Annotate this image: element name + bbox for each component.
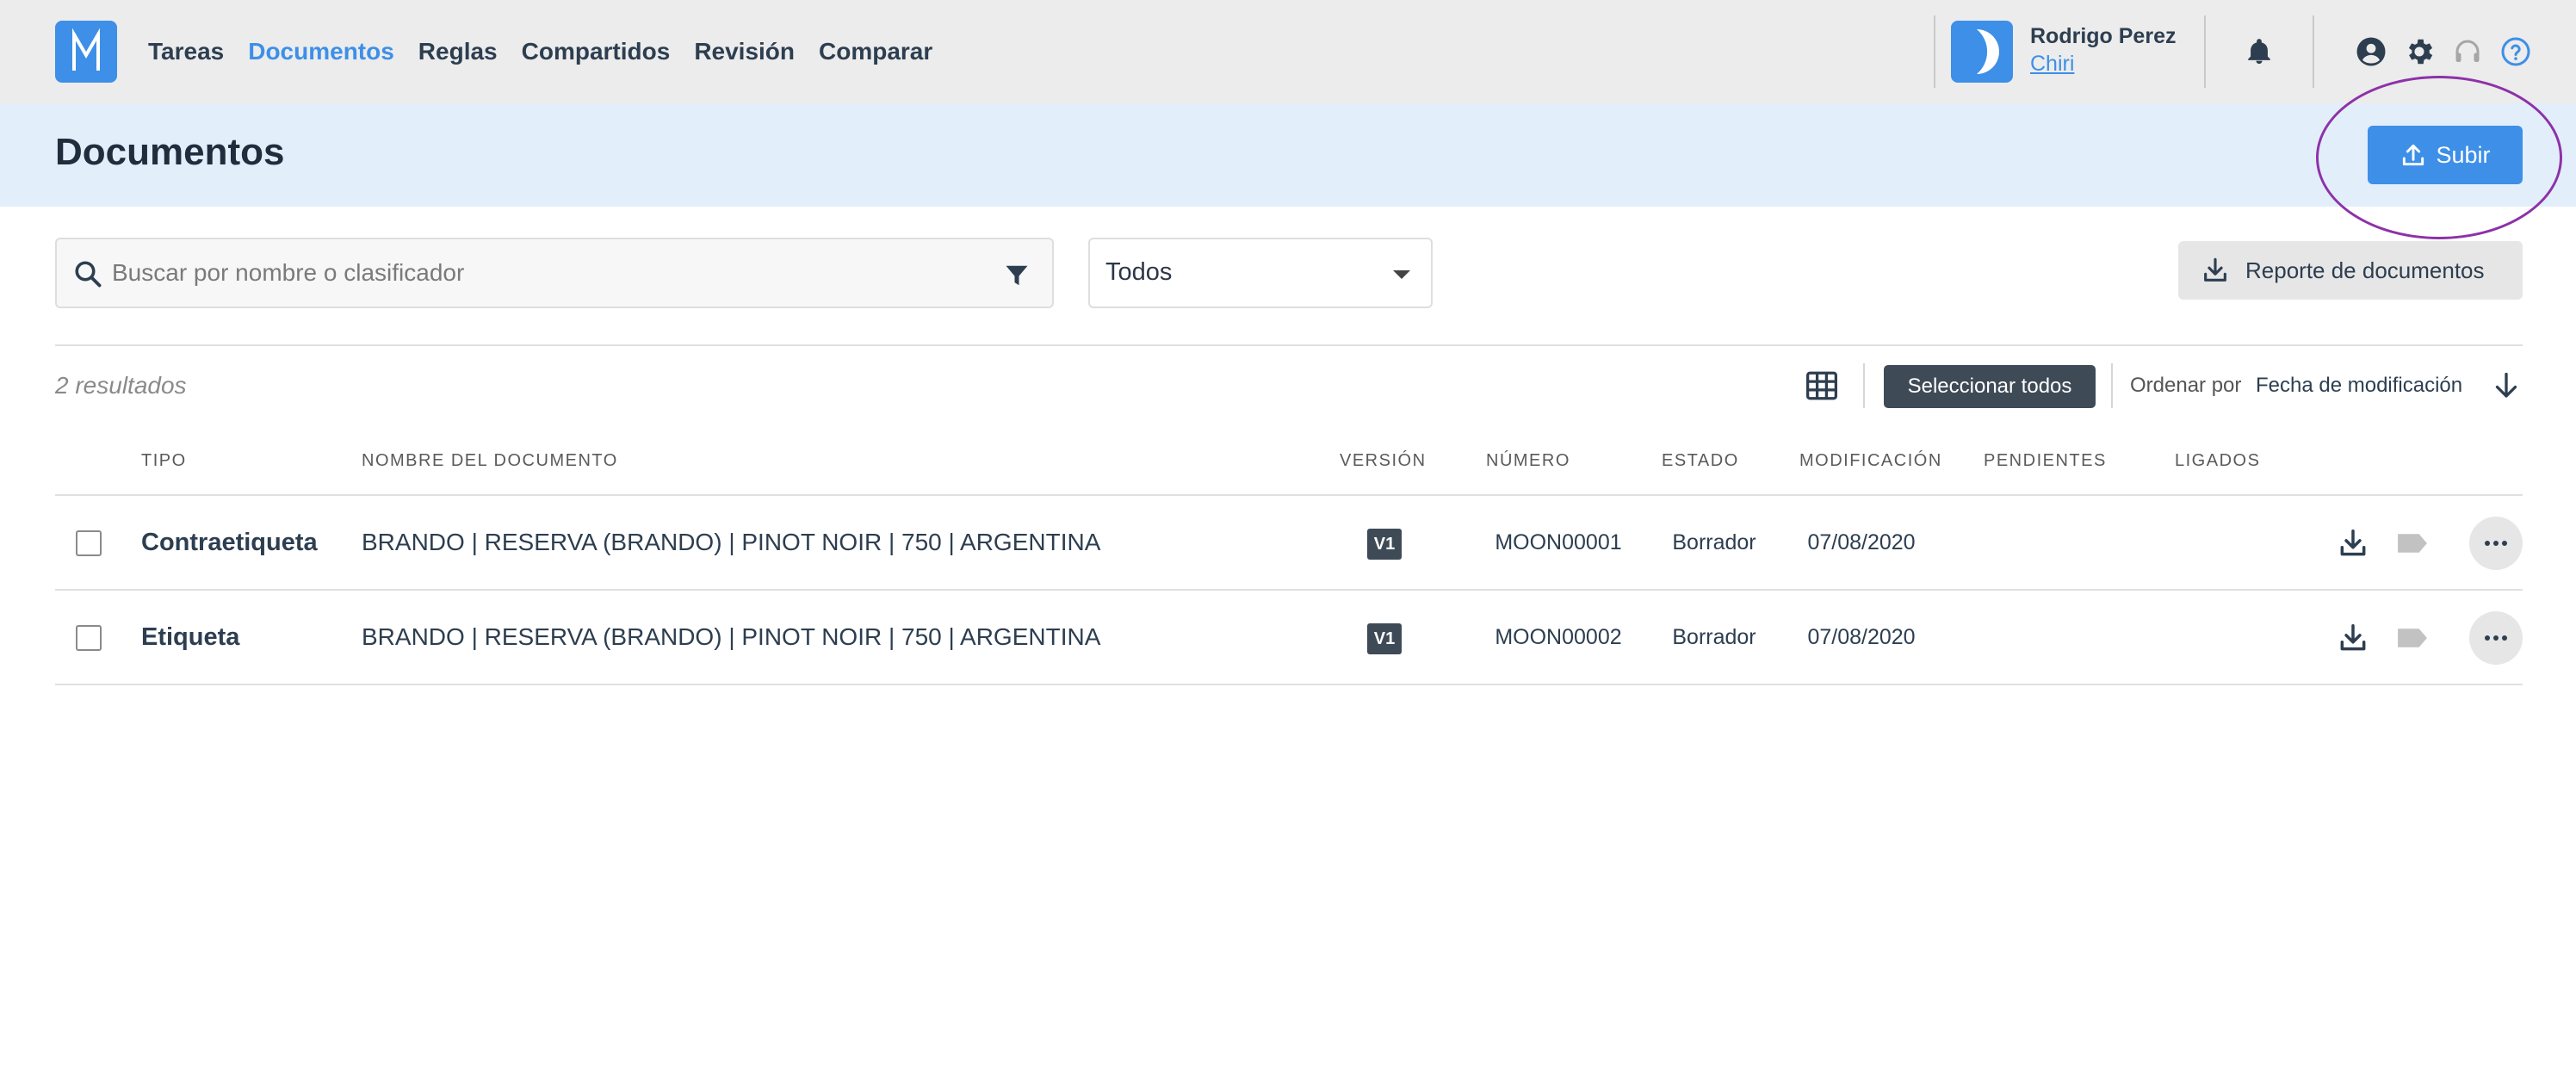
select-all-button[interactable]: Seleccionar todos — [1884, 365, 2096, 408]
version-badge: V1 — [1367, 623, 1402, 654]
grid-view-icon[interactable] — [1805, 370, 1839, 401]
modified-date: 07/08/2020 — [1807, 530, 1916, 554]
table-row: Etiqueta BRANDO | RESERVA (BRANDO) | PIN… — [55, 591, 2523, 685]
upload-icon — [2403, 144, 2424, 166]
user-circle-icon[interactable] — [2354, 34, 2388, 69]
divider — [2204, 15, 2206, 88]
moon-icon[interactable] — [1951, 21, 2013, 83]
download-icon[interactable] — [2337, 622, 2369, 654]
column-header-nombre: NOMBRE DEL DOCUMENTO — [362, 451, 618, 470]
download-icon[interactable] — [2337, 527, 2369, 560]
page-title: Documentos — [55, 131, 285, 173]
top-navigation-bar: Tareas Documentos Reglas Compartidos Rev… — [0, 0, 2576, 103]
divider — [55, 344, 2523, 346]
divider — [55, 684, 2523, 685]
document-state: Borrador — [1672, 625, 1756, 649]
nav-item-comparar[interactable]: Comparar — [819, 34, 932, 69]
column-header-version: VERSIÓN — [1340, 451, 1427, 470]
nav-item-reglas[interactable]: Reglas — [418, 34, 498, 69]
more-actions-button[interactable] — [2469, 611, 2523, 665]
nav-item-documentos[interactable]: Documentos — [248, 34, 394, 69]
divider — [2313, 15, 2314, 88]
nav-item-compartidos[interactable]: Compartidos — [522, 34, 671, 69]
filter-icon[interactable] — [1004, 262, 1030, 289]
column-header-modificacion: MODIFICACIÓN — [1799, 451, 1942, 470]
search-input[interactable] — [112, 248, 973, 298]
column-header-numero: NÚMERO — [1486, 451, 1570, 470]
status-filter-select[interactable]: Todos — [1088, 238, 1433, 308]
search-icon — [75, 261, 102, 288]
more-actions-button[interactable] — [2469, 517, 2523, 570]
user-org-link[interactable]: Chiri — [2030, 52, 2074, 77]
m-logo-icon[interactable] — [55, 21, 117, 83]
tag-icon[interactable] — [2395, 530, 2430, 556]
document-state: Borrador — [1672, 530, 1756, 554]
documents-report-label: Reporte de documentos — [2245, 257, 2485, 283]
column-header-ligados: LIGADOS — [2175, 451, 2261, 470]
document-name[interactable]: BRANDO | RESERVA (BRANDO) | PINOT NOIR |… — [362, 623, 1100, 651]
headset-icon[interactable] — [2450, 34, 2485, 69]
help-circle-icon[interactable] — [2499, 34, 2533, 69]
more-horizontal-icon — [2485, 541, 2507, 546]
upload-button-label: Subir — [2436, 141, 2491, 168]
divider — [2111, 363, 2113, 408]
document-name[interactable]: BRANDO | RESERVA (BRANDO) | PINOT NOIR |… — [362, 529, 1100, 556]
documents-report-button[interactable]: Reporte de documentos — [2178, 241, 2523, 300]
table-row: Contraetiqueta BRANDO | RESERVA (BRANDO)… — [55, 496, 2523, 591]
download-icon — [2204, 257, 2226, 282]
document-type[interactable]: Contraetiqueta — [141, 529, 318, 557]
arrow-down-icon[interactable] — [2493, 370, 2519, 401]
sort-field-dropdown[interactable]: Fecha de modificación — [2256, 374, 2462, 398]
document-type[interactable]: Etiqueta — [141, 623, 239, 652]
modified-date: 07/08/2020 — [1807, 625, 1916, 649]
tag-icon[interactable] — [2395, 625, 2430, 651]
status-filter-value: Todos — [1105, 258, 1173, 286]
row-checkbox[interactable] — [76, 625, 102, 651]
nav-item-tareas[interactable]: Tareas — [148, 34, 224, 69]
column-header-estado: ESTADO — [1662, 451, 1739, 470]
bell-icon[interactable] — [2242, 34, 2276, 69]
column-header-tipo: TIPO — [141, 451, 187, 470]
column-header-pendientes: PENDIENTES — [1984, 451, 2107, 470]
document-number: MOON00001 — [1495, 530, 1622, 554]
divider — [1863, 363, 1865, 408]
sort-label: Ordenar por — [2130, 374, 2242, 397]
page-header — [0, 103, 2576, 207]
user-name: Rodrigo Perez — [2030, 24, 2177, 48]
main-nav: Tareas Documentos Reglas Compartidos Rev… — [148, 34, 932, 69]
chevron-down-icon — [1393, 270, 1410, 279]
gear-icon[interactable] — [2402, 34, 2437, 69]
divider — [1934, 15, 1935, 88]
upload-button[interactable]: Subir — [2368, 126, 2523, 184]
document-number: MOON00002 — [1495, 625, 1622, 649]
search-box — [55, 238, 1054, 308]
row-checkbox[interactable] — [76, 530, 102, 556]
more-horizontal-icon — [2485, 635, 2507, 641]
results-count: 2 resultados — [55, 372, 187, 399]
nav-item-revision[interactable]: Revisión — [694, 34, 795, 69]
version-badge: V1 — [1367, 529, 1402, 560]
